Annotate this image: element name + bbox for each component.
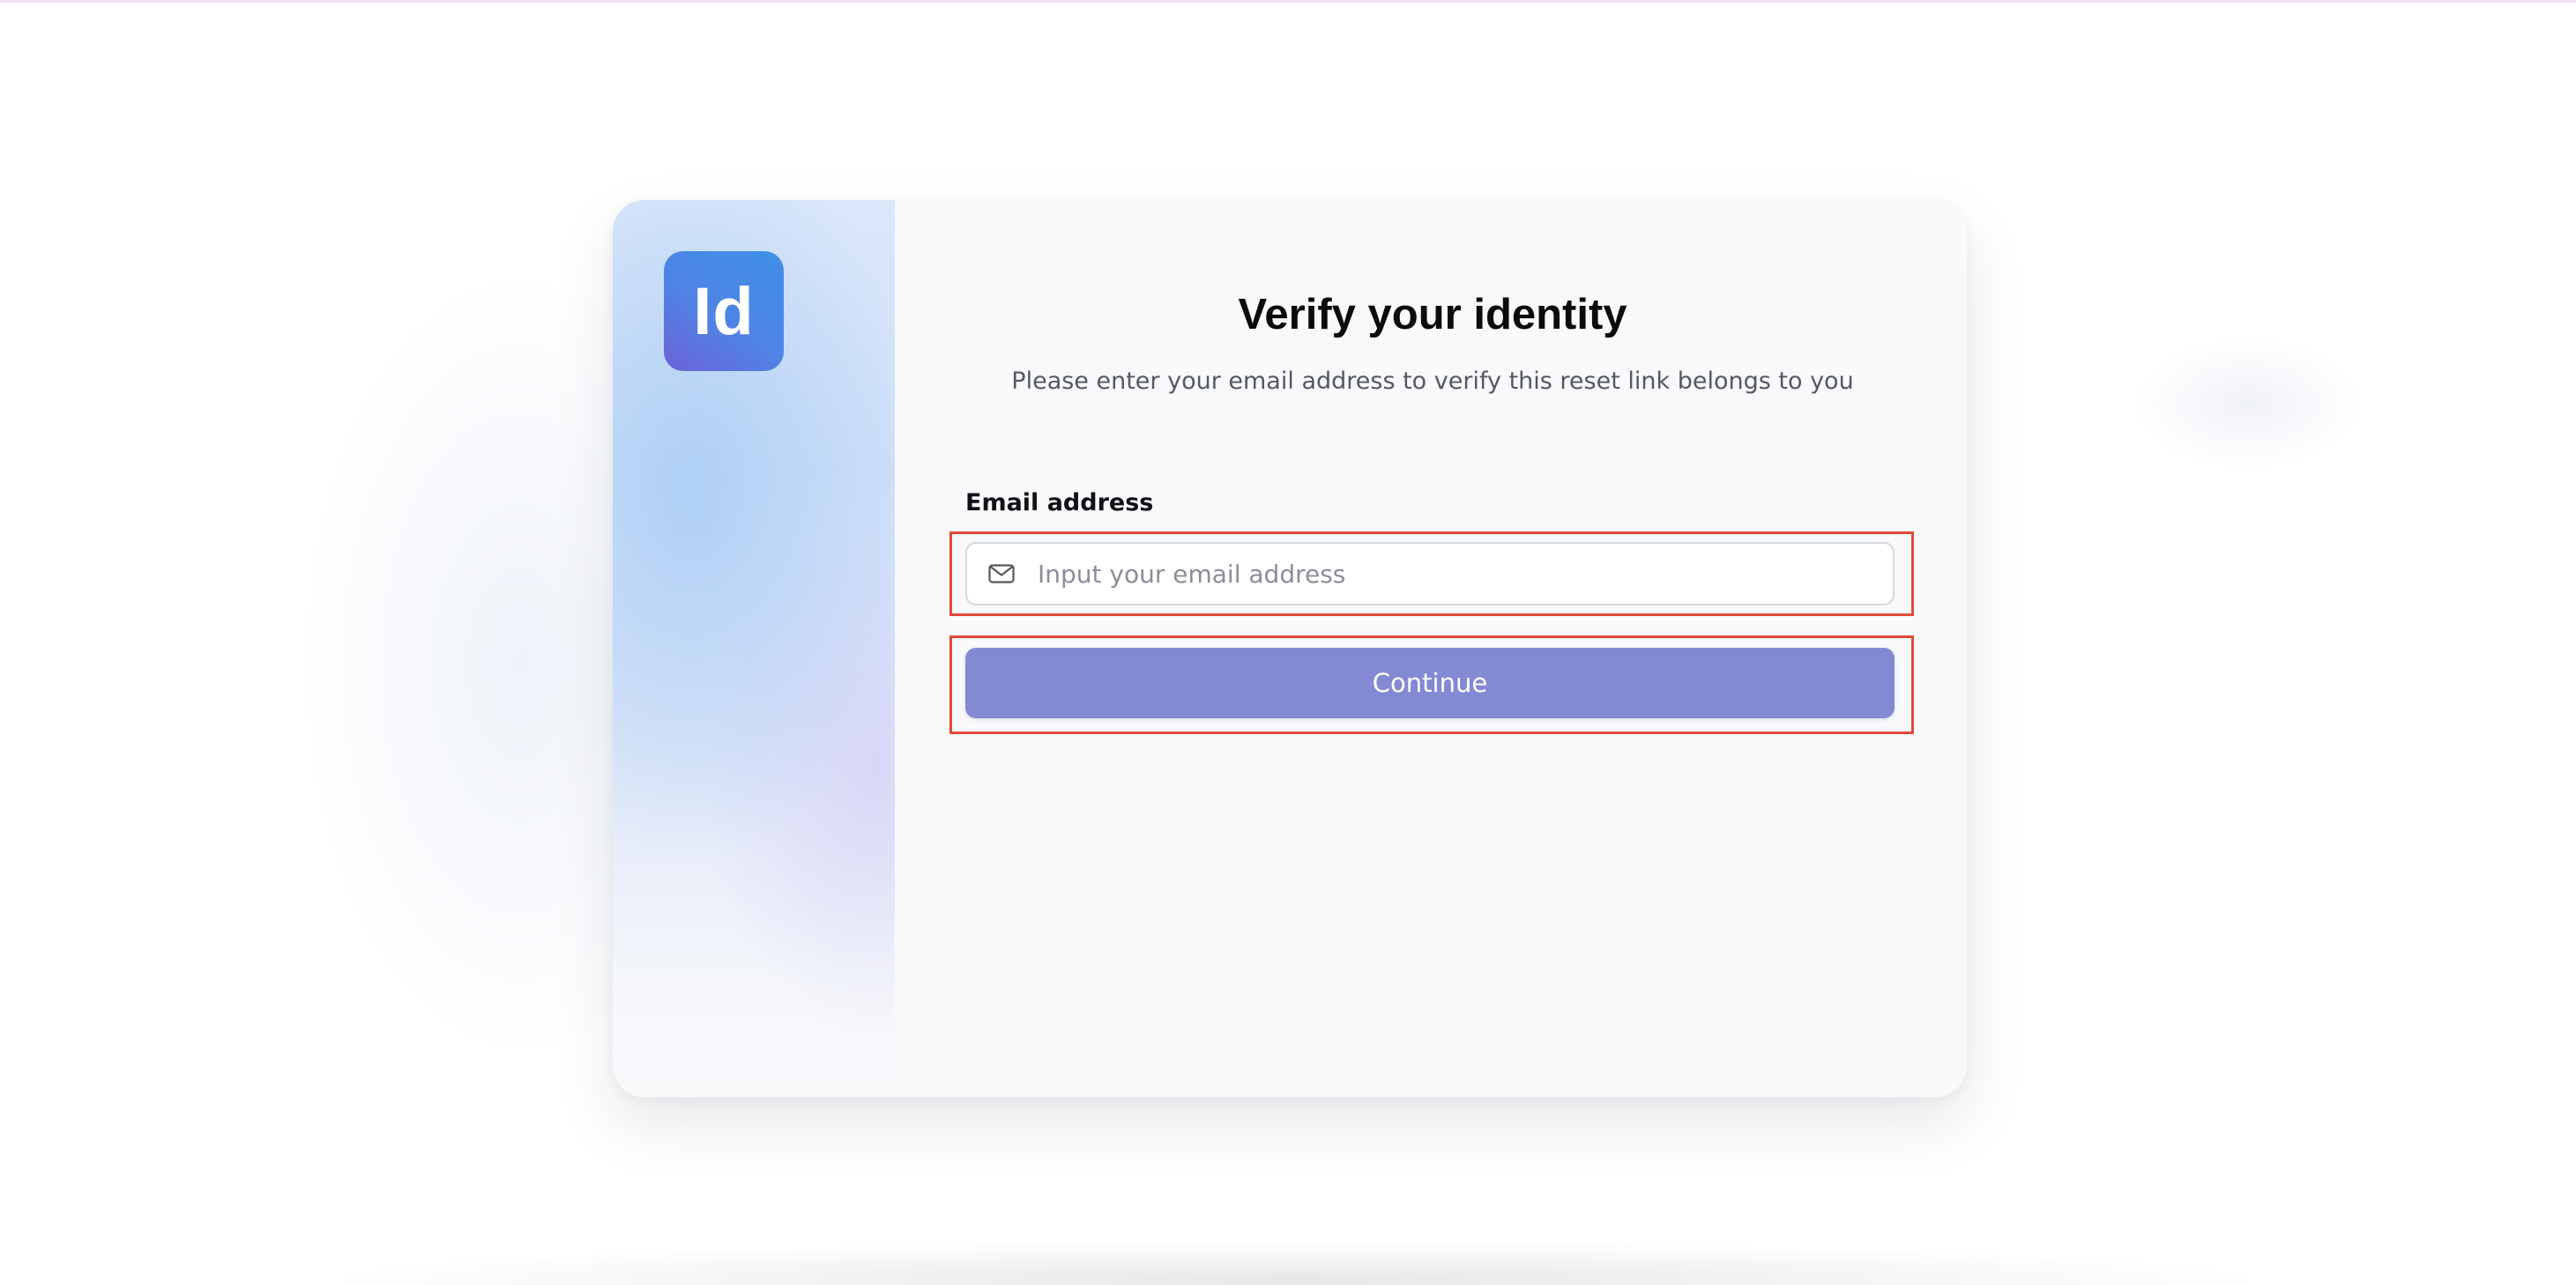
app-logo-text: Id xyxy=(693,273,755,349)
page: Id Verify your identity Please enter you… xyxy=(0,0,2576,1285)
background-glow xyxy=(2133,338,2363,470)
email-label: Email address xyxy=(965,489,1154,516)
verify-identity-card: Id Verify your identity Please enter you… xyxy=(613,200,1967,1097)
email-input[interactable] xyxy=(1036,543,1893,605)
card-side-panel: Id xyxy=(613,200,895,1097)
page-title: Verify your identity xyxy=(1238,291,1627,338)
continue-button[interactable]: Continue xyxy=(965,648,1895,718)
background-shadow xyxy=(317,1241,2274,1285)
mail-icon xyxy=(988,564,1015,583)
page-subtitle: Please enter your email address to verif… xyxy=(1011,368,1854,395)
email-field[interactable] xyxy=(965,542,1895,605)
app-logo: Id xyxy=(664,251,784,371)
